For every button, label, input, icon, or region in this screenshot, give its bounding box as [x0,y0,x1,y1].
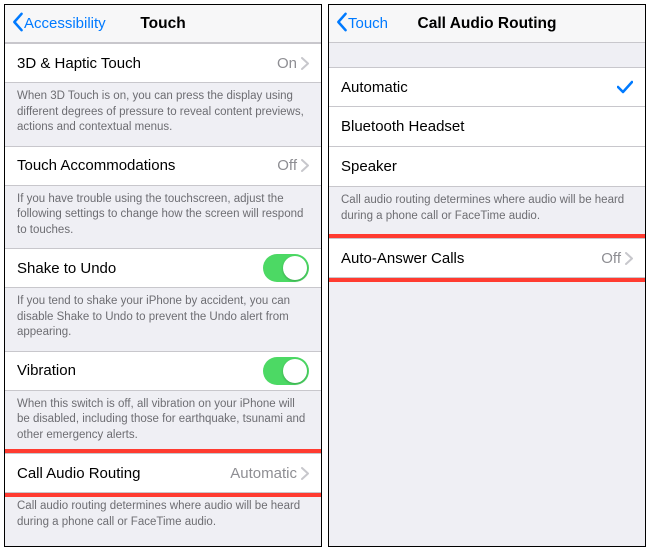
phone-touch-settings: Accessibility Touch 3D & Haptic Touch On… [4,4,322,547]
row-call-audio-routing[interactable]: Call Audio Routing Automatic [5,453,321,493]
switch-toggle[interactable] [263,357,309,385]
row-auto-answer-calls[interactable]: Auto-Answer Calls Off [329,238,645,278]
row-footer: When 3D Touch is on, you can press the d… [5,83,321,146]
row-footer: If you tend to shake your iPhone by acci… [5,288,321,351]
switch-toggle[interactable] [263,254,309,282]
row-touch-accommodations[interactable]: Touch Accommodations Off [5,146,321,186]
row-3d-haptic-touch[interactable]: 3D & Haptic Touch On [5,43,321,83]
phone-call-audio-routing: Touch Call Audio Routing Automatic Bluet… [328,4,646,547]
options-footer: Call audio routing determines where audi… [329,187,645,234]
option-label: Automatic [341,79,408,96]
content: 3D & Haptic Touch On When 3D Touch is on… [5,43,321,546]
option-speaker[interactable]: Speaker [329,147,645,187]
row-label: 3D & Haptic Touch [17,55,141,72]
chevron-left-icon [335,12,348,36]
option-bluetooth-headset[interactable]: Bluetooth Headset [329,107,645,147]
chevron-left-icon [11,12,24,36]
row-value: Off [277,157,297,174]
chevron-right-icon [301,159,309,172]
navbar: Accessibility Touch [5,5,321,43]
chevron-right-icon [301,467,309,480]
chevron-right-icon [301,57,309,70]
row-footer: When this switch is off, all vibration o… [5,391,321,454]
row-label: Auto-Answer Calls [341,250,464,267]
row-label: Vibration [17,362,76,379]
content: Automatic Bluetooth Headset Speaker Call… [329,43,645,546]
back-button[interactable]: Accessibility [11,12,106,36]
chevron-right-icon [625,252,633,265]
page-title: Call Audio Routing [418,15,557,33]
row-shake-to-undo[interactable]: Shake to Undo [5,248,321,288]
page-title: Touch [140,15,185,33]
option-label: Bluetooth Headset [341,118,464,135]
back-button[interactable]: Touch [335,12,388,36]
navbar: Touch Call Audio Routing [329,5,645,43]
back-label: Touch [348,15,388,32]
row-label: Touch Accommodations [17,157,175,174]
back-label: Accessibility [24,15,106,32]
row-footer: If you have trouble using the touchscree… [5,186,321,249]
row-value: Automatic [230,465,297,482]
row-value: Off [601,250,621,267]
row-value: On [277,55,297,72]
row-label: Shake to Undo [17,260,116,277]
row-label: Call Audio Routing [17,465,140,482]
option-automatic[interactable]: Automatic [329,67,645,107]
row-footer: Call audio routing determines where audi… [5,493,321,540]
row-vibration[interactable]: Vibration [5,351,321,391]
checkmark-icon [617,80,633,94]
option-label: Speaker [341,158,397,175]
